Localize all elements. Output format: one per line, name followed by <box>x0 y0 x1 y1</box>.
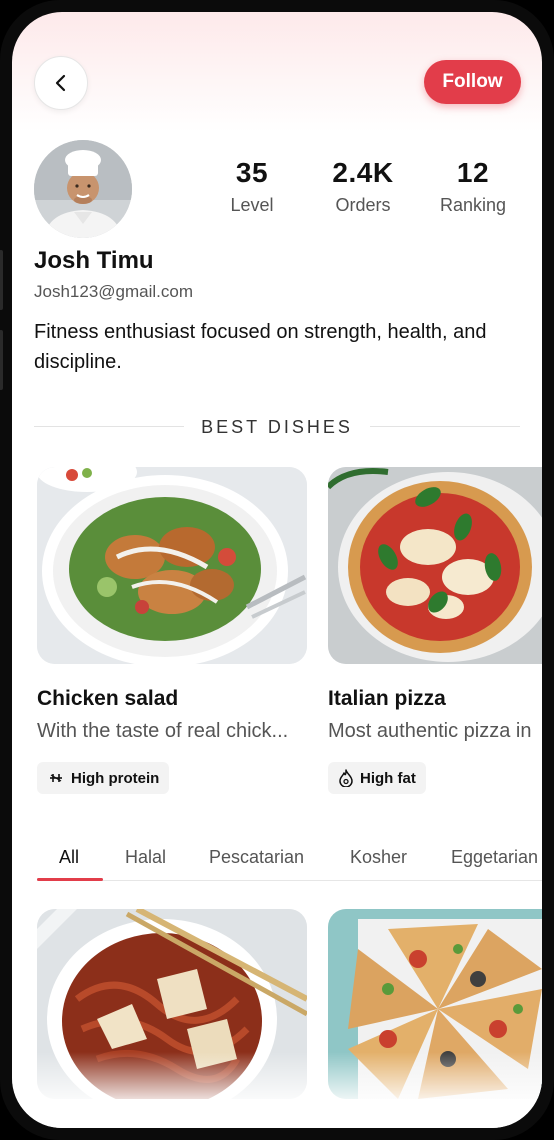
dish-title: Chicken salad <box>37 687 179 710</box>
chicken-salad-image <box>37 467 307 664</box>
dish-tag-label: High fat <box>360 769 416 787</box>
stat-level: 35 Level <box>197 157 307 216</box>
stat-label: Ranking <box>439 195 507 215</box>
profile-name: Josh Timu <box>34 247 154 274</box>
stat-ranking: 12 Ranking <box>418 157 528 216</box>
tab-kosher[interactable]: Kosher <box>350 847 407 868</box>
profile-email: Josh123@gmail.com <box>34 282 193 301</box>
flame-icon <box>339 769 353 787</box>
chevron-left-icon <box>55 74 66 92</box>
follow-button[interactable]: Follow <box>424 60 521 104</box>
stat-label: Level <box>230 195 274 215</box>
stat-value: 12 <box>456 157 490 188</box>
stat-orders: 2.4K Orders <box>308 157 418 216</box>
volume-up-button <box>0 250 3 310</box>
profile-bio: Fitness enthusiast focused on strength, … <box>34 321 487 373</box>
bottom-fade <box>12 1052 542 1128</box>
tabs-baseline <box>37 880 542 881</box>
section-title-best-dishes: BEST DISHES <box>201 417 353 437</box>
dish-description: With the taste of real chick... <box>37 720 289 742</box>
dish-tag: High protein <box>37 762 170 794</box>
stat-value: 35 <box>235 157 269 188</box>
diet-filter-tabs: All Halal Pescatarian Kosher Eggetarian <box>37 847 542 883</box>
back-button[interactable] <box>34 56 88 110</box>
dish-tag: High fat <box>328 762 426 794</box>
protein-icon <box>50 774 62 782</box>
active-tab-indicator <box>37 878 103 881</box>
dish-title: Italian pizza <box>328 687 446 710</box>
stat-label: Orders <box>335 195 391 215</box>
profile-screen: Follow 35 Level 2.4K Orders 12 Ranking J… <box>12 12 542 1128</box>
tab-all[interactable]: All <box>59 847 79 868</box>
tab-pescatarian[interactable]: Pescatarian <box>209 847 304 868</box>
phone-frame: Follow 35 Level 2.4K Orders 12 Ranking J… <box>0 0 554 1140</box>
chef-avatar-image <box>34 140 132 238</box>
dish-card-image-italian-pizza[interactable] <box>328 467 542 664</box>
dish-tag-label: High protein <box>71 769 160 787</box>
avatar <box>34 140 132 238</box>
volume-down-button <box>0 330 3 390</box>
italian-pizza-image <box>328 467 542 664</box>
stat-value: 2.4K <box>332 157 394 188</box>
section-divider-right <box>370 426 520 427</box>
tab-halal[interactable]: Halal <box>125 847 166 868</box>
dish-description: Most authentic pizza in <box>328 720 532 742</box>
dish-card-image-chicken-salad[interactable] <box>37 467 307 664</box>
tab-eggetarian[interactable]: Eggetarian <box>451 847 538 868</box>
